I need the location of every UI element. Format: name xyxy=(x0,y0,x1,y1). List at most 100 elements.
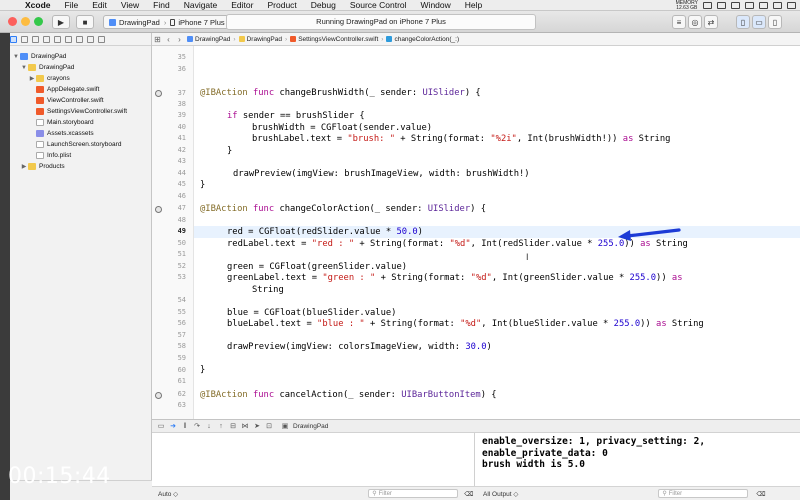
disclosure-closed-icon[interactable]: ▶ xyxy=(28,75,36,82)
tree-item-project[interactable]: ▼ DrawingPad xyxy=(12,51,66,62)
tree-item-label: DrawingPad xyxy=(39,64,75,71)
toolbar: ▶ ■ DrawingPad › iPhone 7 Plus Running D… xyxy=(0,11,800,33)
issue-navigator-tab[interactable] xyxy=(54,35,61,43)
console-bottom-bar: All Output ◇ ⚲ Filter ⌫ xyxy=(475,486,800,500)
assistant-editor-button[interactable]: ◎ xyxy=(688,15,702,29)
line-number: 43 xyxy=(177,157,186,165)
status-icon-3[interactable] xyxy=(731,2,740,9)
toggle-navigator-button[interactable]: ▯ xyxy=(736,15,750,29)
breadcrumb-method[interactable]: changeColorAction(_:) xyxy=(384,36,461,43)
breakpoints-toggle-icon[interactable]: ➜ xyxy=(167,422,179,430)
tree-item-infoplist[interactable]: Info.plist xyxy=(28,150,71,161)
line-number: 47 xyxy=(177,204,186,212)
ibaction-connection-dot[interactable] xyxy=(155,206,162,213)
tree-item-appdelegate[interactable]: AppDelegate.swift xyxy=(28,84,99,95)
step-over-icon[interactable]: ↷ xyxy=(191,422,203,430)
tree-item-crayons[interactable]: ▶ crayons xyxy=(28,73,70,84)
status-icon-7[interactable] xyxy=(787,2,796,9)
utilities-panel-icon: ▯ xyxy=(772,17,778,27)
tree-item-settingsviewcontroller[interactable]: SettingsViewController.swift xyxy=(28,106,127,117)
variables-scope-selector[interactable]: Auto ◇ xyxy=(158,490,178,498)
device-icon xyxy=(170,18,176,26)
window-edge xyxy=(0,33,10,500)
menu-item-find[interactable]: Find xyxy=(146,0,177,11)
version-editor-button[interactable]: ⇄ xyxy=(704,15,718,29)
menu-item-window[interactable]: Window xyxy=(414,0,458,11)
source-control-tab[interactable] xyxy=(21,35,28,43)
menu-item-help[interactable]: Help xyxy=(458,0,489,11)
step-out-icon[interactable]: ↑ xyxy=(215,423,227,430)
text-cursor-icon: I xyxy=(526,252,529,262)
tree-item-viewcontroller[interactable]: ViewController.swift xyxy=(28,95,104,106)
stop-button[interactable]: ■ xyxy=(76,15,94,29)
menu-item-navigate[interactable]: Navigate xyxy=(177,0,225,11)
memory-graph-icon[interactable]: ⋈ xyxy=(239,422,251,430)
tree-item-products[interactable]: ▶ Products xyxy=(20,161,65,172)
step-in-icon[interactable]: ↓ xyxy=(203,423,215,430)
variables-filter-input[interactable]: ⚲ Filter xyxy=(368,489,459,498)
view-hierarchy-icon[interactable]: ⊟ xyxy=(227,422,239,430)
project-navigator-tab[interactable] xyxy=(10,35,17,43)
run-button[interactable]: ▶ xyxy=(52,15,70,29)
debug-navigator-tab[interactable] xyxy=(76,35,83,43)
close-window-button[interactable] xyxy=(8,17,17,26)
trash-icon[interactable]: ⌫ xyxy=(464,490,473,498)
menu-item-product[interactable]: Product xyxy=(260,0,303,11)
ibaction-connection-dot[interactable] xyxy=(155,392,162,399)
menu-app-name[interactable]: Xcode xyxy=(18,0,58,11)
line-number: 62 xyxy=(177,390,186,398)
disclosure-open-icon[interactable]: ▼ xyxy=(12,54,20,60)
source-editor[interactable]: 35 36 37 38 39 40 41 42 43 44 45 46 47 48 49 50 51 52 53 54… xyxy=(152,46,800,419)
tree-item-assets[interactable]: Assets.xcassets xyxy=(28,128,94,139)
forward-icon[interactable]: › xyxy=(174,35,185,44)
status-icon-1[interactable] xyxy=(703,2,712,9)
console-output-selector[interactable]: All Output ◇ xyxy=(483,490,518,498)
minimize-window-button[interactable] xyxy=(21,17,30,26)
status-icon-2[interactable] xyxy=(717,2,726,9)
test-navigator-tab[interactable] xyxy=(65,35,72,43)
status-icon-6[interactable] xyxy=(773,2,782,9)
disclosure-closed-icon[interactable]: ▶ xyxy=(20,163,28,170)
play-icon: ▶ xyxy=(57,17,65,27)
breadcrumb-group[interactable]: DrawingPad xyxy=(237,36,284,43)
console-filter-input[interactable]: ⚲ Filter xyxy=(658,489,749,498)
disclosure-open-icon[interactable]: ▼ xyxy=(20,65,28,71)
toggle-debug-area-button[interactable]: ▭ xyxy=(752,15,766,29)
report-navigator-tab[interactable] xyxy=(98,35,105,43)
find-navigator-tab[interactable] xyxy=(43,35,50,43)
pause-icon[interactable]: ‖ xyxy=(179,423,191,430)
breakpoint-navigator-tab[interactable] xyxy=(87,35,94,43)
line-number: 49 xyxy=(177,227,186,235)
scheme-selector[interactable]: DrawingPad › iPhone 7 Plus xyxy=(103,15,231,29)
tree-item-launchscreen[interactable]: LaunchScreen.storyboard xyxy=(28,139,121,150)
activity-status: Running DrawingPad on iPhone 7 Plus xyxy=(316,17,446,26)
hide-debug-area-icon[interactable]: ▭ xyxy=(155,422,167,430)
menu-item-file[interactable]: File xyxy=(58,0,86,11)
menu-item-source-control[interactable]: Source Control xyxy=(343,0,414,11)
console-view[interactable]: enable_oversize: 1, privacy_setting: 2, e… xyxy=(475,433,800,500)
menu-item-debug[interactable]: Debug xyxy=(304,0,343,11)
tree-item-main-storyboard[interactable]: Main.storyboard xyxy=(28,117,94,128)
tree-item-group-drawingpad[interactable]: ▼ DrawingPad xyxy=(20,62,74,73)
toggle-utilities-button[interactable]: ▯ xyxy=(768,15,782,29)
tree-item-label: Assets.xcassets xyxy=(47,130,94,137)
standard-editor-button[interactable]: ≡ xyxy=(672,15,686,29)
environment-overrides-icon[interactable]: ⊡ xyxy=(263,422,275,430)
breadcrumb-file[interactable]: SettingsViewController.swift xyxy=(288,36,380,43)
ibaction-connection-dot[interactable] xyxy=(155,90,162,97)
menu-item-view[interactable]: View xyxy=(114,0,146,11)
status-icon-5[interactable] xyxy=(759,2,768,9)
line-number: 46 xyxy=(177,192,186,200)
back-icon[interactable]: ‹ xyxy=(163,35,174,44)
trash-icon[interactable]: ⌫ xyxy=(756,490,765,498)
variables-view[interactable]: Auto ◇ ⚲ Filter ⌫ xyxy=(152,433,475,500)
menu-item-editor[interactable]: Editor xyxy=(224,0,260,11)
zoom-window-button[interactable] xyxy=(34,17,43,26)
menu-item-edit[interactable]: Edit xyxy=(85,0,114,11)
memory-indicator[interactable]: MEMORY 12.63 GB xyxy=(676,0,698,11)
breadcrumb-project[interactable]: DrawingPad xyxy=(185,36,232,43)
status-icon-4[interactable] xyxy=(745,2,754,9)
related-items-icon[interactable]: ⊞ xyxy=(152,35,163,44)
symbol-navigator-tab[interactable] xyxy=(32,35,39,43)
simulate-location-icon[interactable]: ➤ xyxy=(251,422,263,430)
